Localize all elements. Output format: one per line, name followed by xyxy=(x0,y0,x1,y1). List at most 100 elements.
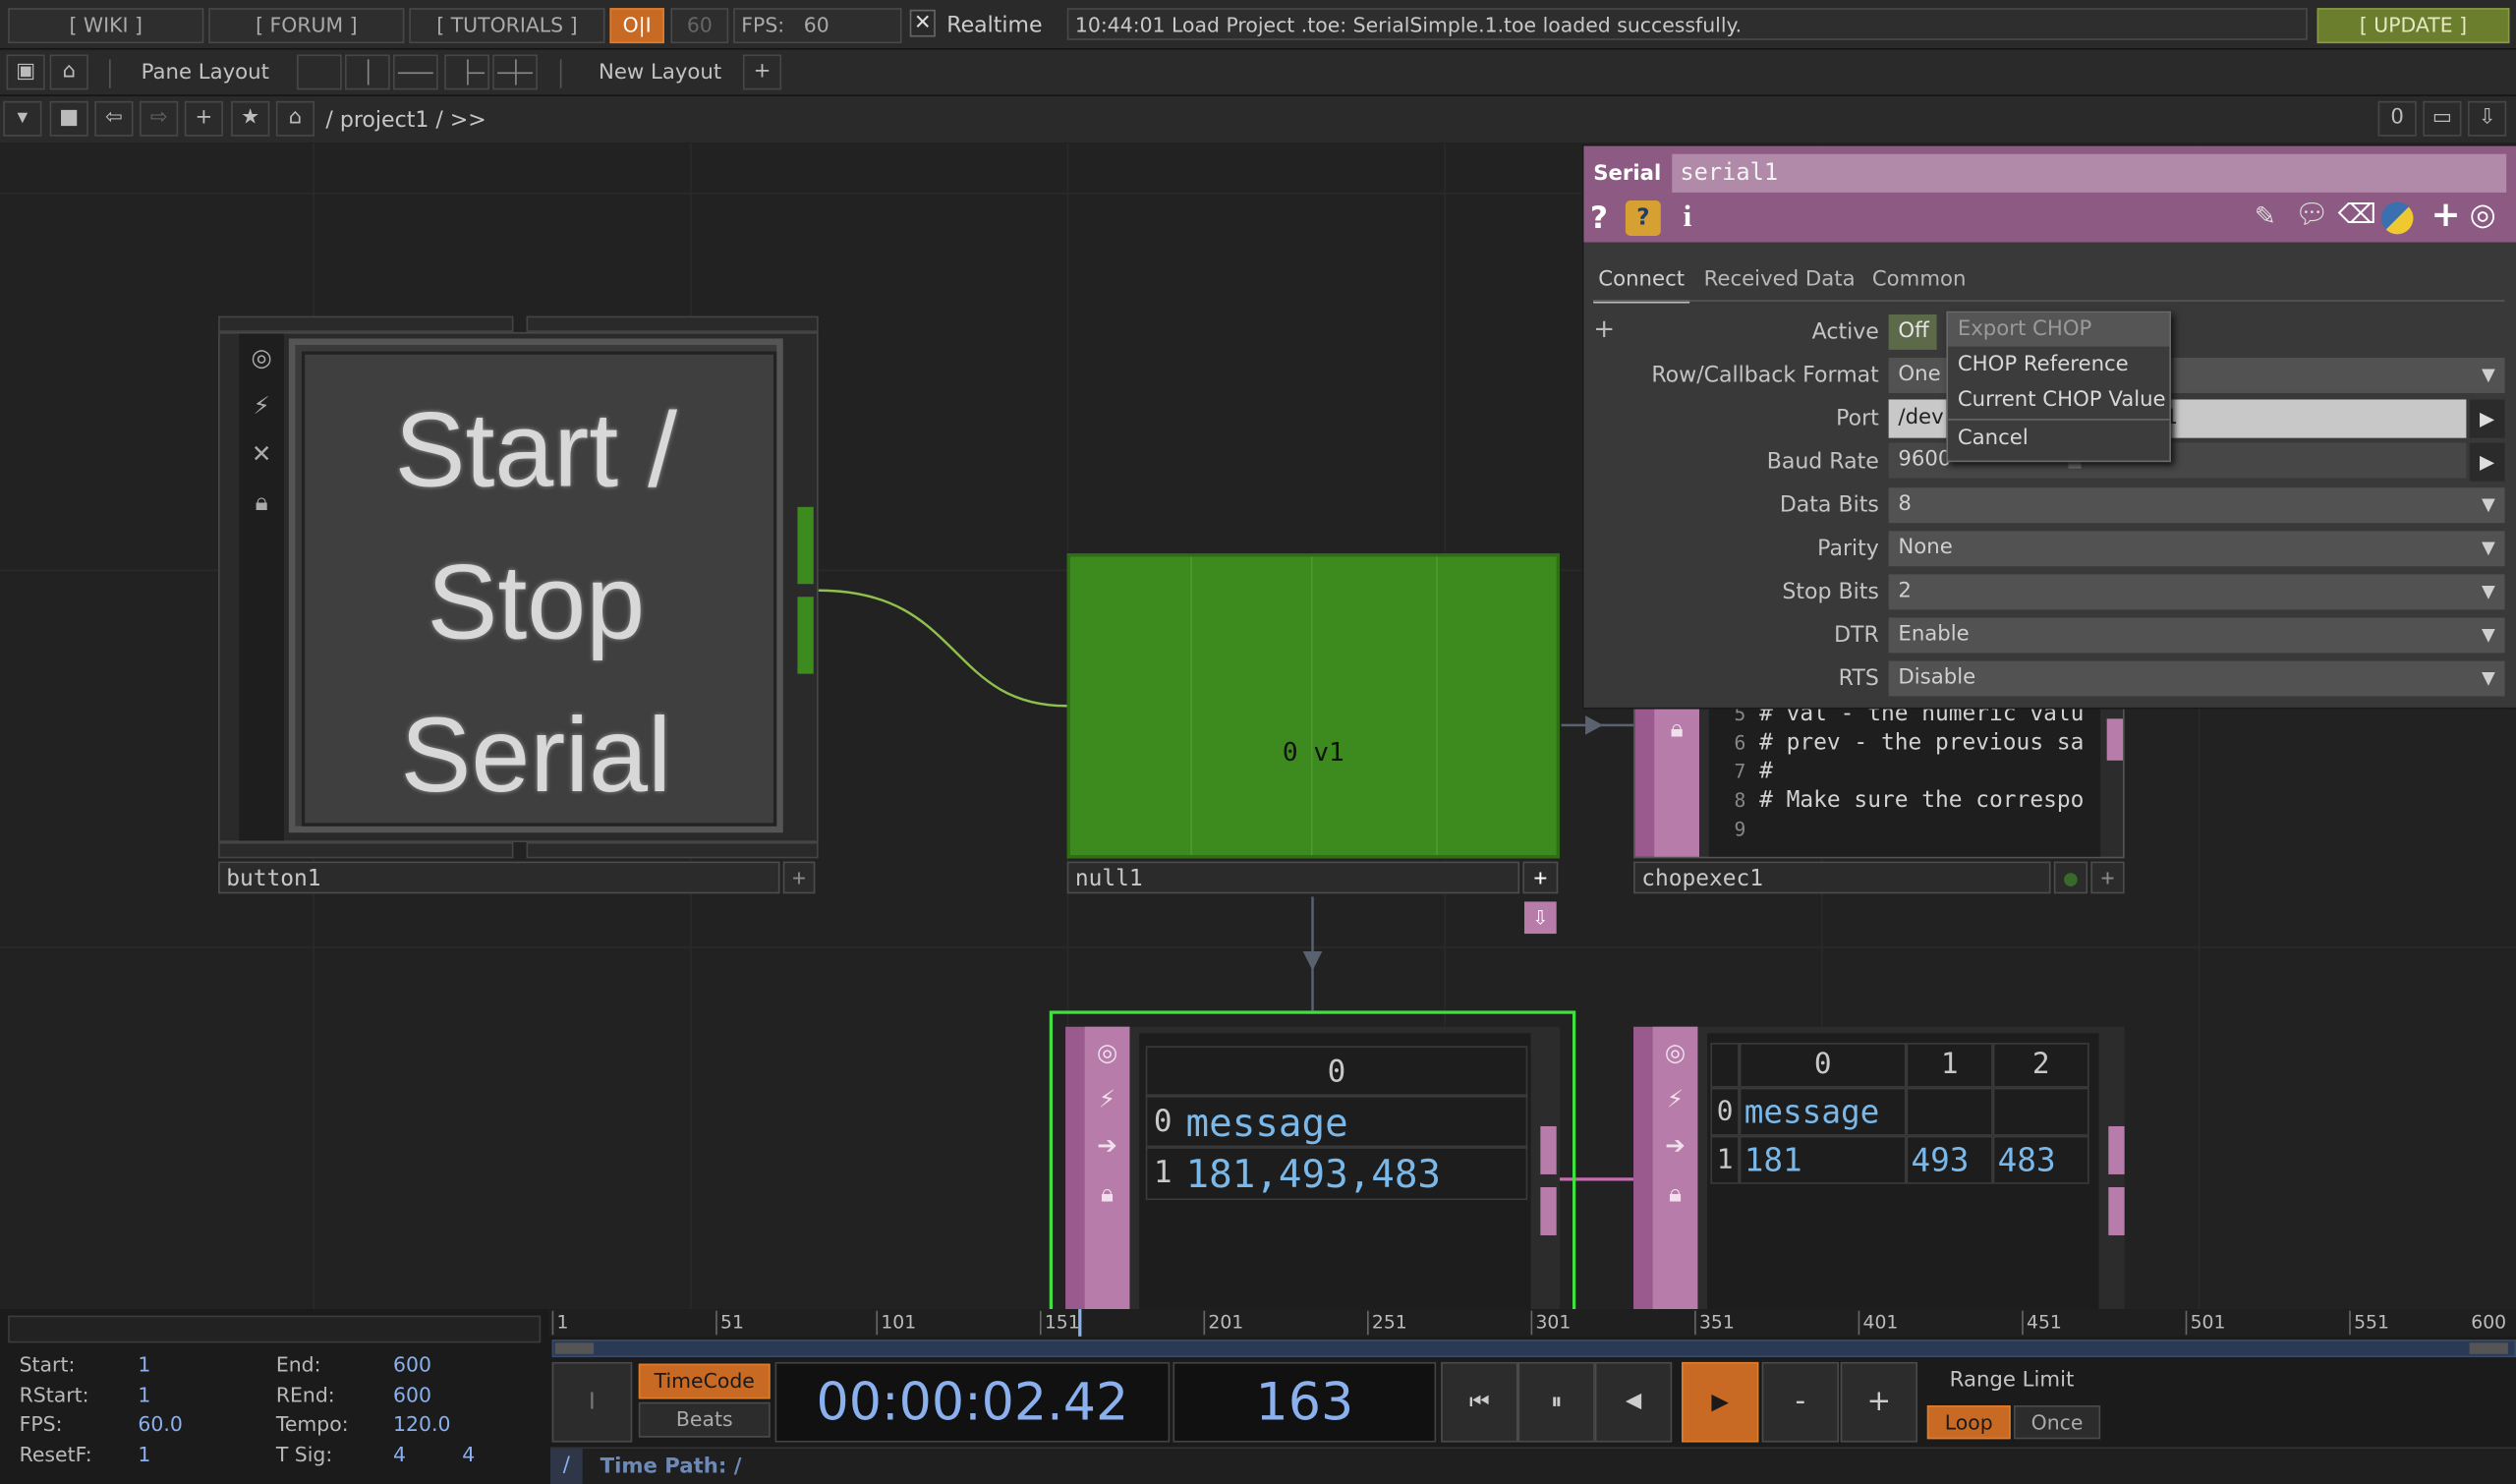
viewer-target-icon[interactable]: ◎ xyxy=(1088,1033,1126,1071)
tutorials-button[interactable]: [ TUTORIALS ] xyxy=(409,8,605,44)
back-arrow-icon[interactable]: ⇦ xyxy=(94,100,134,137)
lock-icon[interactable]: 🔒︎ xyxy=(243,487,281,520)
table1-node[interactable]: ◎ ⚡ ➔ 🔒︎ 0 0 message 1 181,493,483 xyxy=(1065,1026,1560,1310)
play-forward-icon[interactable]: ▶ xyxy=(1682,1361,1759,1443)
port-menu-arrow-icon[interactable]: ▶ xyxy=(2469,399,2505,438)
download-icon[interactable]: ⇩ xyxy=(1524,901,1557,935)
data-bits-dropdown[interactable]: 8 ▼ xyxy=(1888,487,2505,524)
tab-received-data[interactable]: Received Data xyxy=(1699,268,1859,292)
tab-connect[interactable]: Connect xyxy=(1593,268,1690,304)
bypass-icon[interactable]: ⚡ xyxy=(243,391,281,424)
tab-common[interactable]: Common xyxy=(1866,268,1973,292)
tempo-value[interactable]: 120.0 xyxy=(393,1412,450,1436)
connector[interactable] xyxy=(1540,1186,1557,1235)
rts-dropdown[interactable]: Disable ▼ xyxy=(1888,660,2505,697)
node-add-icon[interactable]: + xyxy=(2090,861,2125,894)
active-indicator-icon[interactable]: ● xyxy=(2053,861,2088,894)
menu-item-export-chop[interactable]: Export CHOP xyxy=(1948,313,2170,347)
python-icon[interactable] xyxy=(2380,201,2414,235)
chevron-down-icon[interactable]: ▾ xyxy=(3,100,42,137)
button1-viewer[interactable]: Start / Stop Serial xyxy=(288,338,783,833)
clear-eraser-icon[interactable]: ⌫ xyxy=(2338,199,2376,231)
viewer-target-icon[interactable]: ◎ xyxy=(2470,198,2496,233)
layout-split-vertical-icon[interactable] xyxy=(345,54,390,90)
tsig-value-1[interactable]: 4 xyxy=(393,1443,406,1466)
active-toggle[interactable]: Off xyxy=(1888,314,1937,350)
edit-pencil-icon[interactable]: ✎ xyxy=(2255,200,2276,231)
layout-single-icon[interactable] xyxy=(297,54,342,90)
rend-value[interactable]: 600 xyxy=(393,1383,431,1406)
comment-icon[interactable]: 💬︎ xyxy=(2295,199,2329,231)
fps-cap-field[interactable]: 60 xyxy=(670,8,729,44)
menu-item-cancel[interactable]: Cancel xyxy=(1948,422,2169,455)
fps-value[interactable]: 60.0 xyxy=(138,1412,182,1436)
null1-node[interactable]: 0 v1 xyxy=(1066,553,1560,859)
frame-display[interactable]: 163 xyxy=(1172,1361,1437,1443)
loop-toggle[interactable]: Loop xyxy=(1926,1405,2011,1440)
table1-viewer[interactable]: 0 0 message 1 181,493,483 xyxy=(1139,1033,1531,1310)
time-path-root-button[interactable]: / xyxy=(549,1449,583,1484)
once-toggle[interactable]: Once xyxy=(2013,1405,2101,1440)
decrement-button[interactable]: - xyxy=(1761,1361,1840,1443)
start-value[interactable]: 1 xyxy=(138,1352,150,1376)
timecode-display[interactable]: 00:00:02.42 xyxy=(774,1361,1171,1443)
node-add-icon[interactable]: + xyxy=(782,861,816,894)
layout-quad-icon[interactable] xyxy=(492,54,538,90)
parity-dropdown[interactable]: None ▼ xyxy=(1888,531,2505,567)
info-icon[interactable]: i xyxy=(1684,200,1692,236)
help-icon[interactable]: ? xyxy=(1590,200,1608,236)
lock-icon[interactable]: 🔒︎ xyxy=(1088,1174,1126,1213)
pane-window-icon[interactable]: ▣ xyxy=(6,54,45,90)
null1-name[interactable]: null1 xyxy=(1066,861,1520,894)
forum-button[interactable]: [ FORUM ] xyxy=(208,8,405,44)
resetf-value[interactable]: 1 xyxy=(138,1443,150,1466)
rstart-value[interactable]: 1 xyxy=(138,1383,150,1406)
connector[interactable] xyxy=(2108,1125,2125,1174)
increment-button[interactable]: + xyxy=(1840,1361,1918,1443)
table2-viewer[interactable]: 0 1 2 0 message 1 181 493 483 xyxy=(1707,1033,2099,1310)
table2-node[interactable]: ◎ ⚡ ➔ 🔒︎ 0 1 2 0 message 1 181 493 483 xyxy=(1633,1026,2125,1310)
layout-three-pane-icon[interactable] xyxy=(444,54,489,90)
tsig-value-2[interactable]: 4 xyxy=(462,1443,475,1466)
beats-toggle[interactable]: Beats xyxy=(638,1401,771,1438)
lock-icon[interactable]: 🔒︎ xyxy=(1658,710,1696,748)
pause-icon[interactable]: ⏸ xyxy=(1517,1361,1595,1443)
add-icon[interactable]: + xyxy=(2430,196,2460,236)
connector[interactable] xyxy=(2106,718,2123,761)
lock-icon[interactable]: 🔒︎ xyxy=(1656,1174,1694,1213)
python-help-icon[interactable]: ? xyxy=(1625,200,1661,236)
op-name-field[interactable]: serial1 xyxy=(1672,153,2507,193)
arrow-right-icon[interactable]: ➔ xyxy=(1088,1126,1126,1165)
wiki-button[interactable]: [ WIKI ] xyxy=(8,8,204,44)
button1-node[interactable]: ◎ ⚡ ✕ 🔒︎ Start / Stop Serial xyxy=(218,331,819,843)
pane-home-icon[interactable]: ⌂ xyxy=(49,54,88,90)
forward-arrow-icon[interactable]: ⇨ xyxy=(140,100,179,137)
chopexec1-name[interactable]: chopexec1 xyxy=(1633,861,2051,894)
frame-ruler[interactable]: 1 51 101 151 201 251 301 351 401 451 501… xyxy=(548,1309,2516,1337)
output-connector[interactable] xyxy=(797,597,814,674)
stop-square-icon[interactable]: ■ xyxy=(49,100,88,137)
power-toggle-button[interactable]: O|I xyxy=(609,8,664,44)
step-back-icon[interactable]: ◀ xyxy=(1594,1361,1673,1443)
viewer-target-icon[interactable]: ◎ xyxy=(1656,1033,1694,1071)
close-icon[interactable]: ✕ xyxy=(243,439,281,472)
maximize-icon[interactable]: ▭ xyxy=(2423,100,2462,137)
output-connector[interactable] xyxy=(797,506,814,585)
bypass-icon[interactable]: ⚡ xyxy=(1656,1080,1694,1118)
connector[interactable] xyxy=(2108,1186,2125,1235)
star-icon[interactable]: ★ xyxy=(231,100,270,137)
baud-rate-arrow-icon[interactable]: ▶ xyxy=(2469,442,2505,482)
playhead[interactable] xyxy=(1078,1309,1082,1337)
realtime-checkbox[interactable]: ✕ xyxy=(909,9,936,37)
add-layout-button[interactable]: + xyxy=(742,54,782,90)
stop-bits-dropdown[interactable]: 2 ▼ xyxy=(1888,574,2505,610)
node-add-icon[interactable]: + xyxy=(1522,861,1559,894)
end-value[interactable]: 600 xyxy=(393,1352,431,1376)
range-handle-left[interactable] xyxy=(554,1342,595,1354)
connector[interactable] xyxy=(1540,1125,1557,1174)
viewer-target-icon[interactable]: ◎ xyxy=(243,343,281,375)
menu-item-chop-reference[interactable]: CHOP Reference xyxy=(1948,348,2169,381)
text-cursor-icon[interactable]: I xyxy=(551,1361,633,1443)
network-path[interactable]: / project1 / >> xyxy=(325,107,486,133)
button1-name[interactable]: button1 xyxy=(218,861,780,894)
